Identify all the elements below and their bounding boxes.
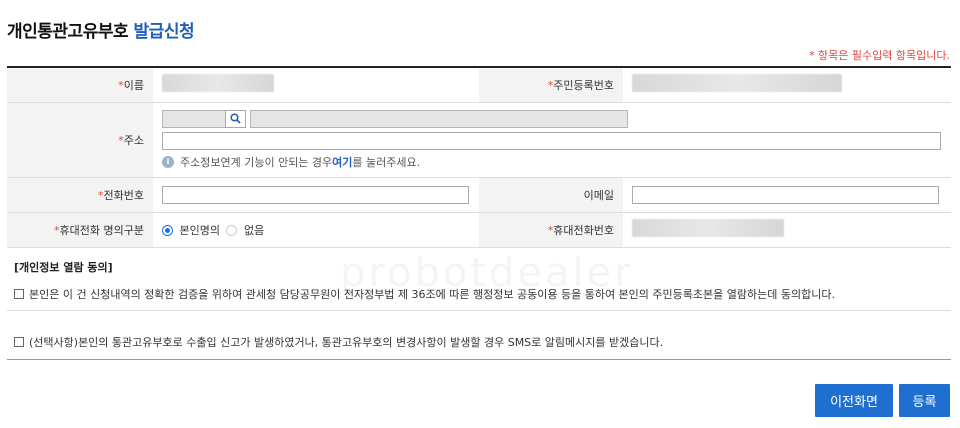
application-form: *이름 *주민등록번호 *주소 i 주소정보연계 기능이 안되는 경우 여기 를… [7,66,951,248]
search-icon [230,113,241,124]
consent-1-checkbox[interactable] [14,289,24,299]
ownership-self-label: 본인명의 [179,223,220,237]
mobile-value [623,212,951,248]
email-input[interactable] [632,185,939,204]
address-search-row [162,109,951,128]
consent-1-text: 본인은 이 건 신청내역의 정확한 검증을 위하여 관세청 담당공무원이 전자정… [29,288,835,301]
address-main-input[interactable] [250,109,628,128]
email-value [623,177,951,213]
ownership-none-label: 없음 [243,223,265,237]
phone-input[interactable] [162,185,469,204]
address-info: i 주소정보연계 기능이 안되는 경우 여기 를 눌러주세요. [162,154,951,170]
postcode-input[interactable] [162,109,226,128]
bottom-divider [7,359,951,360]
submit-button[interactable]: 등록 [899,384,950,417]
mobile-redacted [632,219,784,237]
required-note: * 항목은 필수입력 항목입니다. [809,49,950,62]
form-row-name: *이름 *주민등록번호 [7,67,951,103]
rrn-value [623,67,951,103]
phone-label: *전화번호 [7,177,153,213]
prev-button[interactable]: 이전화면 [815,384,893,417]
address-label: *주소 [7,102,153,178]
rrn-redacted [632,74,842,93]
address-search-button[interactable] [225,109,246,128]
form-row-address: *주소 i 주소정보연계 기능이 안되는 경우 여기 를 눌러주세요. [7,102,951,178]
consent-2-checkbox[interactable] [14,337,24,347]
name-value [153,67,479,103]
consent-divider [7,310,951,311]
name-label: *이름 [7,67,153,103]
ownership-none-radio[interactable] [226,225,238,236]
form-row-mobile: *휴대전화 명의구분 본인명의 없음 *휴대전화번호 [7,212,951,248]
address-detail-input[interactable] [162,131,941,150]
ownership-label: *휴대전화 명의구분 [7,212,153,248]
consent-item-2: (선택사항)본인의 통관고유부호로 수출입 신고가 발생하였거나, 통관고유부호… [14,334,663,350]
ownership-value: 본인명의 없음 [153,212,479,248]
page-title-main: 개인통관고유부호 [7,22,129,42]
rrn-label: *주민등록번호 [479,67,623,103]
phone-value [153,177,479,213]
consent-title: [개인정보 열람 동의] [14,261,113,274]
address-help-link[interactable]: 여기 [332,154,352,170]
address-value: i 주소정보연계 기능이 안되는 경우 여기 를 눌러주세요. [153,102,951,178]
mobile-label: *휴대전화번호 [479,212,623,248]
consent-item-1: 본인은 이 건 신청내역의 정확한 검증을 위하여 관세청 담당공무원이 전자정… [14,286,835,302]
form-row-phone: *전화번호 이메일 [7,177,951,213]
consent-2-text: (선택사항)본인의 통관고유부호로 수출입 신고가 발생하였거나, 통관고유부호… [29,336,664,349]
email-label: 이메일 [479,177,623,213]
page-title: 개인통관고유부호 발급신청 [7,17,195,42]
name-redacted [162,74,274,93]
page-title-accent: 발급신청 [133,22,195,42]
info-icon: i [162,155,174,168]
ownership-self-radio[interactable] [162,225,173,236]
